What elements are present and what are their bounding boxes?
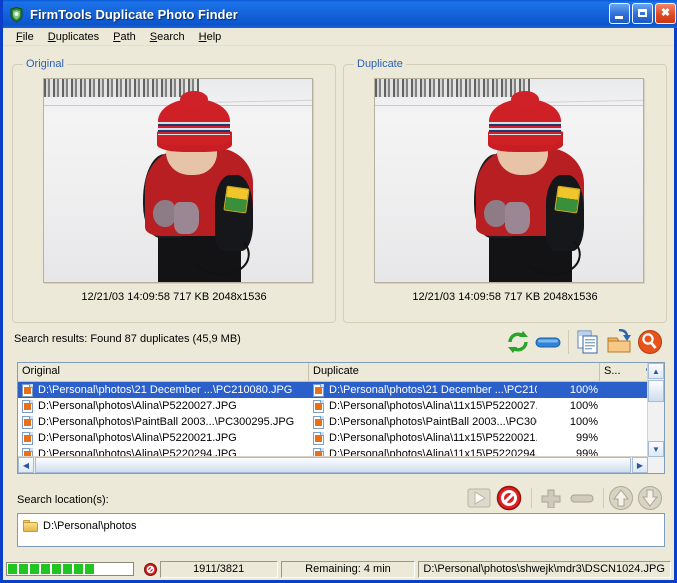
duplicate-photo-frame[interactable]: [374, 78, 644, 283]
refresh-icon[interactable]: [505, 329, 531, 355]
cell-duplicate: D:\Personal\photos\PaintBall 2003...\PC3…: [329, 416, 537, 428]
locate-icon[interactable]: [637, 329, 663, 355]
scroll-right-button[interactable]: ▶: [632, 457, 648, 473]
column-header-similarity-label: S...: [604, 365, 621, 377]
table-row[interactable]: D:\Personal\photos\PaintBall 2003...\PC3…: [18, 414, 664, 430]
menu-item-path-label: ath: [120, 31, 135, 43]
original-panel: Original: [12, 64, 336, 323]
jpg-file-icon: [313, 416, 325, 429]
list-horizontal-scrollbar[interactable]: ◀ ▶: [18, 456, 648, 473]
menu-item-help[interactable]: Help: [192, 30, 229, 44]
cell-original: D:\Personal\photos\PaintBall 2003...\PC3…: [38, 416, 294, 428]
menu-item-help-label: elp: [207, 31, 222, 43]
scroll-left-button[interactable]: ◀: [18, 457, 34, 473]
jpg-file-icon: [22, 384, 34, 397]
table-row[interactable]: D:\Personal\photos\Alina\P5220027.JPG D:…: [18, 398, 664, 414]
table-row[interactable]: D:\Personal\photos\Alina\P5220021.JPG D:…: [18, 430, 664, 446]
duplicate-panel-legend: Duplicate: [354, 58, 406, 70]
cell-duplicate: D:\Personal\photos\21 December ...\PC210…: [329, 384, 537, 396]
results-list-body: D:\Personal\photos\21 December ...\PC210…: [18, 382, 664, 462]
stop-search-icon[interactable]: [496, 485, 522, 511]
progress-counter: 1911/3821: [160, 561, 278, 578]
horizontal-scroll-thumb[interactable]: [35, 457, 631, 473]
maximize-button[interactable]: [632, 3, 653, 24]
scroll-down-button[interactable]: ▼: [648, 441, 664, 457]
remaining-time: Remaining: 4 min: [281, 561, 416, 578]
add-location-icon[interactable]: [538, 488, 564, 508]
current-file: D:\Personal\photos\shwejk\mdr3\DSCN1024.…: [418, 561, 671, 578]
menu-item-duplicates-label: uplicates: [56, 31, 99, 43]
cell-original: D:\Personal\photos\Alina\P5220027.JPG: [38, 400, 237, 412]
original-caption: 12/21/03 14:09:58 717 KB 2048x1536: [13, 291, 335, 303]
column-header-original[interactable]: Original: [18, 363, 309, 381]
list-vertical-scrollbar[interactable]: ▲ ▼: [647, 363, 664, 473]
window-controls: ✖: [609, 3, 676, 24]
locations-toolbar-separator: [531, 488, 532, 508]
duplicate-panel: Duplicate: [343, 64, 667, 323]
original-panel-legend: Original: [23, 58, 67, 70]
duplicate-photo: [375, 79, 643, 282]
cell-similarity: 100%: [570, 416, 598, 428]
cell-similarity: 100%: [570, 384, 598, 396]
table-row[interactable]: D:\Personal\photos\21 December ...\PC210…: [18, 382, 664, 398]
scroll-up-button[interactable]: ▲: [648, 363, 664, 379]
bar-icon[interactable]: [535, 336, 561, 349]
menu-item-file[interactable]: File: [9, 30, 41, 44]
cell-similarity: 100%: [570, 400, 598, 412]
cell-original: D:\Personal\photos\Alina\P5220021.JPG: [38, 432, 237, 444]
progress-bar: [6, 562, 134, 576]
original-photo-frame[interactable]: [43, 78, 313, 283]
location-path: D:\Personal\photos: [43, 520, 137, 532]
duplicate-caption: 12/21/03 14:09:58 717 KB 2048x1536: [344, 291, 666, 303]
close-button[interactable]: ✖: [655, 3, 676, 24]
cell-similarity: 99%: [576, 432, 598, 444]
stop-icon[interactable]: [142, 563, 160, 576]
window-title: FirmTools Duplicate Photo Finder: [30, 7, 238, 22]
move-up-icon[interactable]: [608, 485, 634, 511]
jpg-file-icon: [313, 400, 325, 413]
original-photo: [44, 79, 312, 282]
search-locations-list[interactable]: D:\Personal\photos: [17, 513, 665, 547]
cell-duplicate: D:\Personal\photos\Alina\11x15\P5220021.…: [329, 432, 537, 444]
app-window: FirmTools Duplicate Photo Finder ✖ File …: [0, 0, 677, 583]
remove-location-icon[interactable]: [569, 494, 595, 503]
menu-bar: File Duplicates Path Search Help: [3, 28, 674, 46]
menu-item-file-label: ile: [23, 31, 34, 43]
status-bar: 1911/3821 Remaining: 4 min D:\Personal\p…: [3, 558, 674, 580]
start-search-icon[interactable]: [466, 487, 492, 509]
results-list-header: Original Duplicate S...: [18, 363, 664, 382]
cell-duplicate: D:\Personal\photos\Alina\11x15\P5220027.…: [329, 400, 537, 412]
move-down-icon[interactable]: [637, 485, 663, 511]
results-list[interactable]: Original Duplicate S... D:\Personal\phot…: [17, 362, 665, 474]
search-locations-label: Search location(s):: [17, 494, 109, 506]
locations-toolbar-separator-2: [603, 488, 604, 508]
copy-icon[interactable]: [575, 329, 601, 355]
title-bar: FirmTools Duplicate Photo Finder ✖: [3, 0, 677, 28]
results-summary: Search results: Found 87 duplicates (45,…: [14, 333, 241, 345]
menu-item-search-label: earch: [157, 31, 185, 43]
cell-original: D:\Personal\photos\21 December ...\PC210…: [38, 384, 292, 396]
folder-icon: [23, 520, 38, 532]
jpg-file-icon: [22, 416, 34, 429]
menu-item-duplicates[interactable]: Duplicates: [41, 30, 106, 44]
app-shield-icon: [8, 6, 25, 23]
minimize-button[interactable]: [609, 3, 630, 24]
list-item[interactable]: D:\Personal\photos: [18, 518, 664, 534]
column-header-duplicate[interactable]: Duplicate: [309, 363, 600, 381]
move-to-folder-icon[interactable]: [606, 329, 632, 355]
toolbar-separator: [568, 330, 569, 354]
jpg-file-icon: [22, 400, 34, 413]
menu-item-path[interactable]: Path: [106, 30, 143, 44]
jpg-file-icon: [313, 384, 325, 397]
jpg-file-icon: [22, 432, 34, 445]
vertical-scroll-thumb[interactable]: [648, 380, 664, 402]
jpg-file-icon: [313, 432, 325, 445]
menu-item-search[interactable]: Search: [143, 30, 192, 44]
progress-panel: [6, 561, 139, 578]
